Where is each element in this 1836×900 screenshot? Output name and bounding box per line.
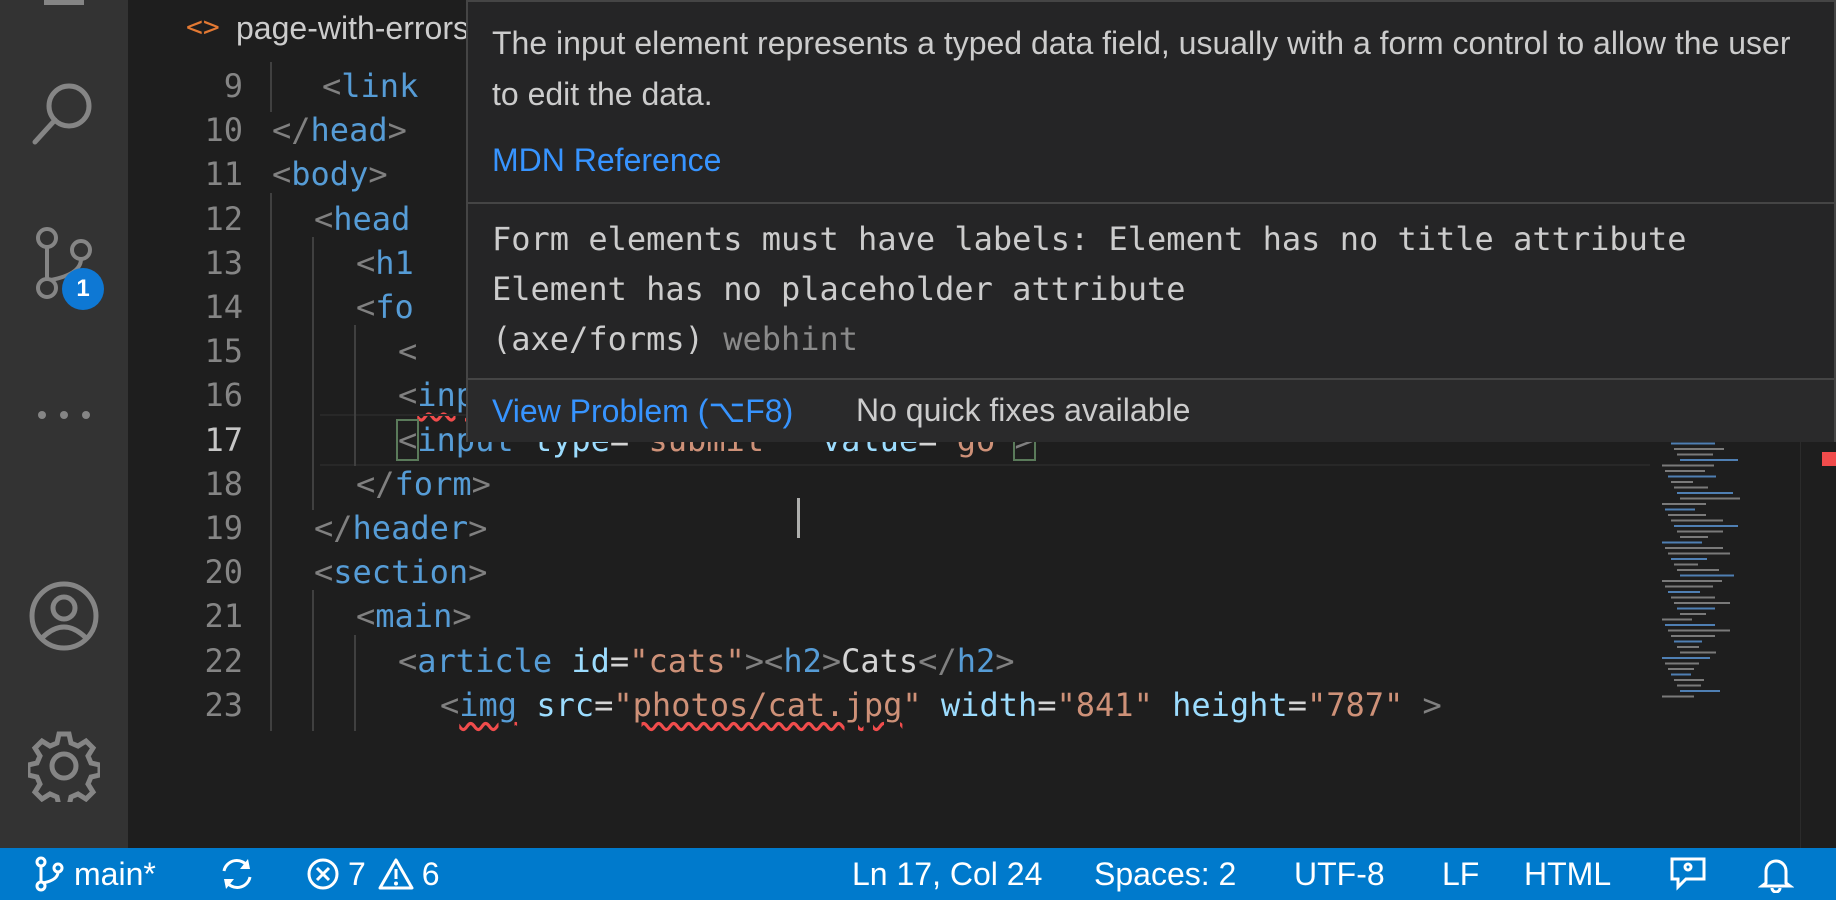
problems-item[interactable]: 7 6 (306, 848, 440, 900)
indent-guide (270, 678, 272, 731)
feedback-button[interactable] (1668, 848, 1708, 900)
minimap-line (1662, 657, 1710, 659)
code-text: <img src="photos/cat.jpg" width="841" he… (440, 685, 1442, 724)
minimap-line (1674, 679, 1704, 681)
feedback-icon (1670, 857, 1706, 891)
minimap-line (1674, 486, 1708, 489)
indent-guide (354, 678, 356, 731)
minimap-line (1680, 690, 1720, 692)
warning-icon (378, 858, 414, 890)
minimap-line (1677, 684, 1701, 687)
minimap-line (1671, 481, 1693, 483)
minimap-line (1668, 668, 1694, 670)
text-cursor (797, 498, 800, 538)
settings-gear-icon[interactable] (0, 730, 128, 802)
minimap-line (1671, 442, 1715, 445)
code-line[interactable]: 23 <img src="photos/cat.jpg" width="841" … (128, 678, 1650, 731)
activity-bar: 1 (0, 0, 128, 848)
error-count: 7 (348, 855, 366, 892)
branch-item[interactable]: main* (34, 848, 156, 900)
minimap-line (1662, 580, 1722, 582)
line-number: 23 (204, 685, 243, 724)
html-file-icon: <> (186, 10, 220, 43)
minimap-line (1680, 651, 1716, 654)
error-icon (307, 858, 339, 890)
minimap-line (1665, 508, 1695, 511)
minimap-line (1662, 503, 1706, 505)
source-control-badge: 1 (62, 268, 104, 310)
menu-icon[interactable] (0, 0, 128, 10)
minimap-line (1662, 695, 1694, 698)
problem-message: Form elements must have labels: Element … (492, 214, 1686, 364)
minimap-line (1674, 602, 1730, 604)
problem-source: webhint (723, 320, 859, 358)
minimap-line (1677, 492, 1733, 494)
minimap-line (1671, 519, 1723, 522)
notifications-button[interactable] (1758, 848, 1794, 900)
minimap-line (1665, 585, 1713, 588)
hover-divider (468, 378, 1834, 380)
account-icon[interactable] (0, 580, 128, 652)
minimap-line (1668, 475, 1716, 478)
hover-status-bar: View Problem (⌥F8) No quick fixes availa… (468, 378, 1834, 442)
sync-icon (222, 859, 252, 889)
view-problem-link[interactable]: View Problem (⌥F8) (492, 392, 793, 430)
warning-count: 6 (421, 855, 440, 892)
minimap-line (1674, 563, 1698, 566)
minimap-line (1662, 541, 1702, 544)
minimap-line (1674, 525, 1738, 527)
eol-setting[interactable]: LF (1442, 848, 1479, 900)
language-mode[interactable]: HTML (1524, 848, 1611, 900)
indentation-setting[interactable]: Spaces: 2 (1094, 848, 1236, 900)
minimap-line (1680, 613, 1706, 615)
minimap-line (1668, 629, 1730, 632)
minimap-line (1677, 646, 1699, 648)
minimap-line (1680, 497, 1740, 500)
mdn-reference-link[interactable]: MDN Reference (492, 142, 721, 179)
minimap-line (1668, 591, 1700, 593)
sync-button[interactable] (218, 848, 256, 900)
minimap-line (1677, 569, 1719, 571)
minimap-line (1671, 596, 1715, 599)
search-icon[interactable] (0, 78, 128, 148)
minimap-line (1671, 673, 1691, 676)
no-quick-fixes-label: No quick fixes available (856, 392, 1191, 428)
minimap-line (1668, 552, 1730, 555)
cursor-position[interactable]: Ln 17, Col 24 (852, 848, 1042, 900)
minimap-line (1665, 470, 1705, 472)
minimap-line (1671, 558, 1707, 560)
minimap-line (1665, 624, 1715, 626)
bell-icon (1758, 859, 1794, 893)
minimap-line (1671, 635, 1715, 637)
scrollbar-error-marker (1822, 452, 1836, 466)
encoding-setting[interactable]: UTF-8 (1294, 848, 1385, 900)
minimap-line (1665, 662, 1699, 665)
minimap-line (1677, 453, 1713, 456)
minimap-line (1677, 607, 1715, 610)
minimap-line (1662, 618, 1692, 621)
minimap-line (1668, 514, 1706, 516)
hover-divider (468, 202, 1834, 204)
minimap-line (1674, 448, 1724, 450)
branch-name: main* (74, 855, 156, 892)
indent-guide (312, 678, 314, 731)
minimap-line (1680, 459, 1738, 461)
problem-line-2: Element has no placeholder attribute (492, 270, 1186, 308)
more-icon[interactable] (0, 410, 128, 420)
minimap-line (1680, 574, 1734, 577)
problem-line-1: Form elements must have labels: Element … (492, 220, 1687, 258)
minimap-line (1662, 464, 1714, 467)
minimap-line (1674, 640, 1702, 643)
minimap[interactable] (1650, 420, 1800, 848)
problem-code: (axe/forms) (492, 320, 704, 358)
minimap-line (1677, 530, 1723, 533)
hover-widget: The input element represents a typed dat… (466, 0, 1836, 442)
git-branch-icon (35, 856, 64, 892)
minimap-line (1680, 536, 1708, 538)
element-description: The input element represents a typed dat… (492, 25, 1791, 112)
status-bar: main* 7 6 Ln 17, Col 24 Spaces: 2 UTF-8 … (0, 848, 1836, 900)
minimap-line (1665, 547, 1723, 549)
